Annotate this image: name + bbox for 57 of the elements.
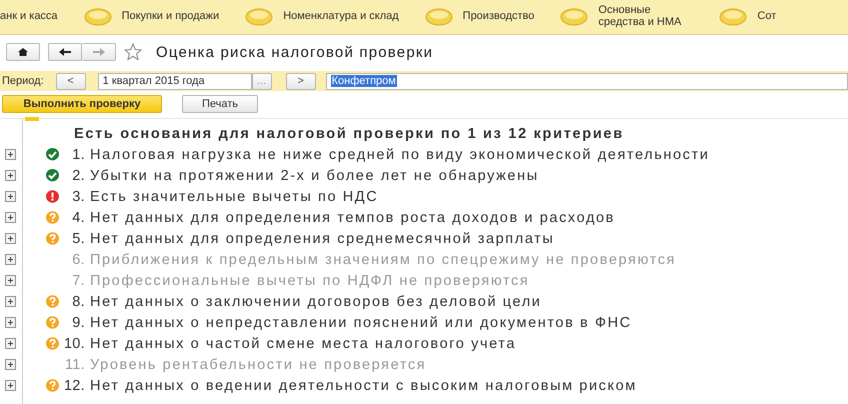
criterion-number: 6. <box>71 252 85 268</box>
section-link[interactable]: Покупки и продажи <box>122 11 220 23</box>
criterion-text: Нет данных о непредставлении пояснений или документов в ФНС <box>90 314 632 330</box>
criterion-text: Профессиональные вычеты по НДФЛ не проверяются <box>90 272 530 288</box>
previous-period-button[interactable]: < <box>56 72 86 90</box>
print-button[interactable]: Печать <box>182 95 258 113</box>
criterion-text: Приближения к предельным значениям по спецрежиму не проверяются <box>90 252 676 268</box>
page-title: Оценка риска налоговой проверки <box>156 44 434 60</box>
criterion-text: Налоговая нагрузка не ниже средней по виду экономической деятельности <box>90 146 710 162</box>
criterion-number: 11. <box>64 356 85 372</box>
home-icon <box>18 47 28 57</box>
star-icon[interactable] <box>124 43 142 61</box>
criterion-number: 2. <box>71 168 85 184</box>
section-link[interactable]: Номенклатура и склад <box>283 11 399 23</box>
run-check-button[interactable]: Выполнить проверку <box>2 95 162 113</box>
criterion-number: 1. <box>71 146 85 162</box>
expand-icon[interactable] <box>5 170 16 181</box>
criterion-text: Нет данных о частой смене места налогового учета <box>90 336 516 352</box>
back-button[interactable] <box>48 43 82 61</box>
expand-icon[interactable] <box>5 380 16 391</box>
expand-icon[interactable] <box>5 317 16 328</box>
expand-icon[interactable] <box>5 275 16 286</box>
expand-icon[interactable] <box>5 191 16 202</box>
section-link[interactable]: анк и касса <box>0 11 58 23</box>
expand-icon[interactable] <box>5 338 16 349</box>
criterion-text: Нет данных о заключении договоров без деловой цели <box>90 294 542 310</box>
result-heading: Есть основания для налоговой проверки по 1 из 12 критериев <box>73 125 625 144</box>
criterion-text: Нет данных для определения среднемесячной зарплаты <box>90 230 554 246</box>
criterion-number: 4. <box>71 210 85 226</box>
expand-icon[interactable] <box>5 233 16 244</box>
expand-icon[interactable] <box>5 359 16 370</box>
criterion-number: 12. <box>62 378 85 394</box>
forward-arrow-icon <box>92 47 104 57</box>
expand-icon[interactable] <box>5 149 16 160</box>
criterion-number: 7. <box>71 272 85 288</box>
expand-icon[interactable] <box>5 296 16 307</box>
organization-field[interactable]: Конфетпром <box>326 72 848 90</box>
criterion-number: 8. <box>71 294 85 310</box>
criterion-text: Нет данных для определения темпов роста доходов и расходов <box>90 210 615 226</box>
period-field[interactable]: 1 квартал 2015 года <box>98 72 252 90</box>
section-link[interactable]: Производство <box>462 11 534 23</box>
criterion-text: Убытки на протяжении 2-х и более лет не обнаружены <box>90 168 539 184</box>
back-arrow-icon <box>59 47 71 57</box>
section-link[interactable]: Сот <box>757 11 776 23</box>
criterion-number: 10. <box>62 336 85 352</box>
period-label: Период: <box>2 75 44 87</box>
expand-icon[interactable] <box>5 212 16 223</box>
criterion-text: Есть значительные вычеты по НДС <box>90 188 378 204</box>
criterion-number: 9. <box>71 314 85 330</box>
home-button[interactable] <box>6 43 40 61</box>
section-link[interactable]: Основные средства и НМА <box>598 5 694 29</box>
criterion-text: Уровень рентабельности не проверяется <box>90 356 426 372</box>
expand-icon[interactable] <box>5 254 16 265</box>
next-period-button[interactable]: > <box>286 72 316 90</box>
criterion-number: 3. <box>71 188 85 204</box>
criterion-text: Нет данных о ведении деятельности с высоким налоговым риском <box>90 378 637 394</box>
criterion-number: 5. <box>71 230 85 246</box>
